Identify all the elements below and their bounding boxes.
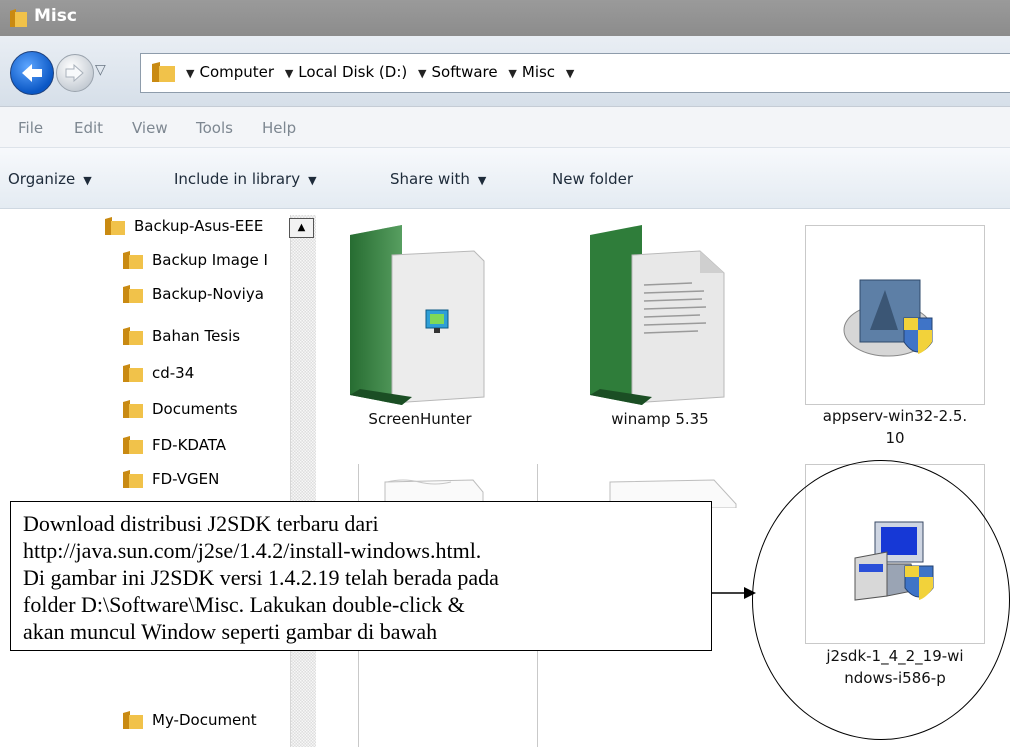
folder-icon xyxy=(123,711,143,729)
breadcrumb: ▼ Computer ▼ Local Disk (D:) ▼ Software ▼ Mi… xyxy=(186,63,579,81)
green-folder-doc-icon xyxy=(350,225,485,405)
folder-icon xyxy=(105,217,125,235)
chevron-down-icon: ▼ xyxy=(308,174,317,187)
command-bar: Organize ▼ Include in library ▼ Share with… xyxy=(0,148,1010,209)
nav-item-label: Backup-Noviya xyxy=(152,285,264,303)
folder-icon xyxy=(123,436,143,454)
folder-icon xyxy=(123,251,143,269)
menu-help[interactable]: Help xyxy=(262,119,296,137)
file-name: winamp 5.35 xyxy=(611,410,709,428)
window-title-bar: Misc xyxy=(0,0,1010,36)
file-thumbnail-partial[interactable] xyxy=(598,464,737,508)
file-name-line1: appserv-win32-2.5. xyxy=(822,407,968,425)
forward-arrow-icon xyxy=(65,63,84,83)
menu-bar: File Edit View Tools Help xyxy=(0,107,1010,148)
include-in-library-label: Include in library xyxy=(174,170,301,188)
chevron-down-icon: ▼ xyxy=(83,174,92,187)
file-tile-appserv[interactable]: appserv-win32-2.5. 10 xyxy=(795,215,1010,465)
new-folder-button[interactable]: New folder xyxy=(552,170,633,188)
installer-icon xyxy=(843,279,933,357)
file-name: appserv-win32-2.5. 10 xyxy=(800,405,990,449)
chevron-down-icon[interactable]: ▼ xyxy=(285,67,293,80)
nav-item-label: cd-34 xyxy=(152,364,195,382)
chevron-down-icon[interactable]: ▼ xyxy=(566,67,574,80)
chevron-down-icon[interactable]: ▼ xyxy=(508,67,516,80)
nav-item-label: My-Document xyxy=(152,711,257,729)
callout-line: Download distribusi J2SDK terbaru dari xyxy=(23,511,379,536)
organize-label: Organize xyxy=(8,170,76,188)
breadcrumb-misc[interactable]: Misc xyxy=(522,63,555,81)
forward-button[interactable] xyxy=(56,54,94,92)
callout-line: http://java.sun.com/j2se/1.4.2/install-w… xyxy=(23,538,482,563)
scroll-up-arrow-icon[interactable]: ▲ xyxy=(289,218,314,238)
recent-pages-button[interactable]: ▽ xyxy=(95,62,106,78)
nav-scrollbar[interactable] xyxy=(290,215,316,747)
chevron-down-icon[interactable]: ▼ xyxy=(186,67,194,80)
menu-file[interactable]: File xyxy=(18,119,43,137)
folder-icon xyxy=(123,364,143,382)
navigation-bar: ▽ ▼ Computer ▼ Local Disk (D:) ▼ Software ▼… xyxy=(0,36,1010,107)
file-tile-winamp[interactable]: winamp 5.35 xyxy=(560,215,760,445)
callout-line: folder D:\Software\Misc. Lakukan double-… xyxy=(23,592,465,617)
folder-icon xyxy=(10,9,27,27)
include-in-library-button[interactable]: Include in library ▼ xyxy=(174,170,317,188)
folder-icon xyxy=(152,62,175,82)
folder-icon xyxy=(123,470,143,488)
green-folder-doc-icon xyxy=(590,225,725,405)
breadcrumb-computer[interactable]: Computer xyxy=(199,63,274,81)
annotation-arrow-icon xyxy=(712,587,756,599)
menu-edit[interactable]: Edit xyxy=(74,119,103,137)
share-with-button[interactable]: Share with ▼ xyxy=(390,170,486,188)
breadcrumb-software[interactable]: Software xyxy=(432,63,498,81)
file-name: ScreenHunter xyxy=(368,410,472,428)
folder-icon xyxy=(123,327,143,345)
share-with-label: Share with xyxy=(390,170,470,188)
chevron-down-icon[interactable]: ▼ xyxy=(418,67,426,80)
nav-item-label: Backup-Asus-EEE xyxy=(134,217,264,235)
back-arrow-icon xyxy=(22,64,42,82)
chevron-down-icon: ▼ xyxy=(477,174,487,187)
window-title: Misc xyxy=(34,6,77,26)
annotation-callout: Download distribusi J2SDK terbaru dari h… xyxy=(10,501,712,651)
menu-view[interactable]: View xyxy=(132,119,168,137)
annotation-circle xyxy=(752,460,1010,740)
folder-icon xyxy=(123,400,143,418)
nav-item-label: Documents xyxy=(152,400,238,418)
back-button[interactable] xyxy=(10,51,54,95)
file-tile-screenhunter[interactable]: ScreenHunter xyxy=(320,215,520,445)
folder-icon xyxy=(123,285,143,303)
nav-item-label: FD-KDATA xyxy=(152,436,227,454)
nav-item-label: FD-VGEN xyxy=(152,470,220,488)
nav-item-label: Backup Image I xyxy=(152,251,268,269)
callout-line: Di gambar ini J2SDK versi 1.4.2.19 telah… xyxy=(23,565,499,590)
navigation-pane: Backup-Asus-EEE Backup Image I Backup-No… xyxy=(0,209,317,747)
callout-line: akan muncul Window seperti gambar di baw… xyxy=(23,619,438,644)
nav-item-label: Bahan Tesis xyxy=(152,327,241,345)
organize-button[interactable]: Organize ▼ xyxy=(8,170,92,188)
menu-tools[interactable]: Tools xyxy=(196,119,233,137)
breadcrumb-local-disk[interactable]: Local Disk (D:) xyxy=(298,63,407,81)
file-name-line2: 10 xyxy=(885,429,905,447)
